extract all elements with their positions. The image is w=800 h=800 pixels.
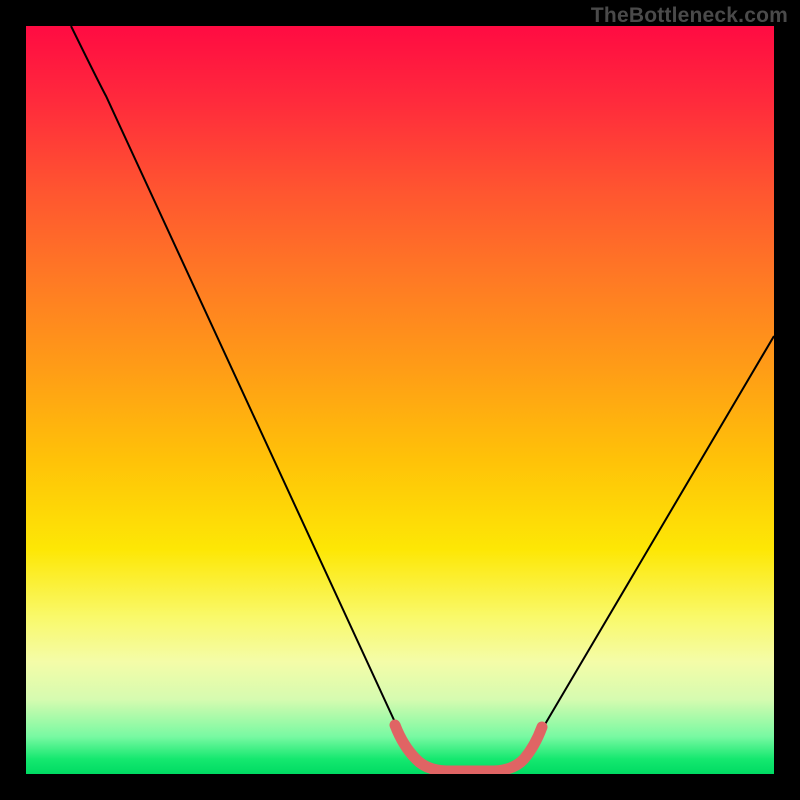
- curve-layer: [26, 26, 774, 774]
- chart-frame: TheBottleneck.com: [0, 0, 800, 800]
- watermark-text: TheBottleneck.com: [591, 4, 788, 28]
- highlight-band: [395, 725, 542, 771]
- plot-area: [26, 26, 774, 774]
- bottleneck-curve: [71, 26, 774, 770]
